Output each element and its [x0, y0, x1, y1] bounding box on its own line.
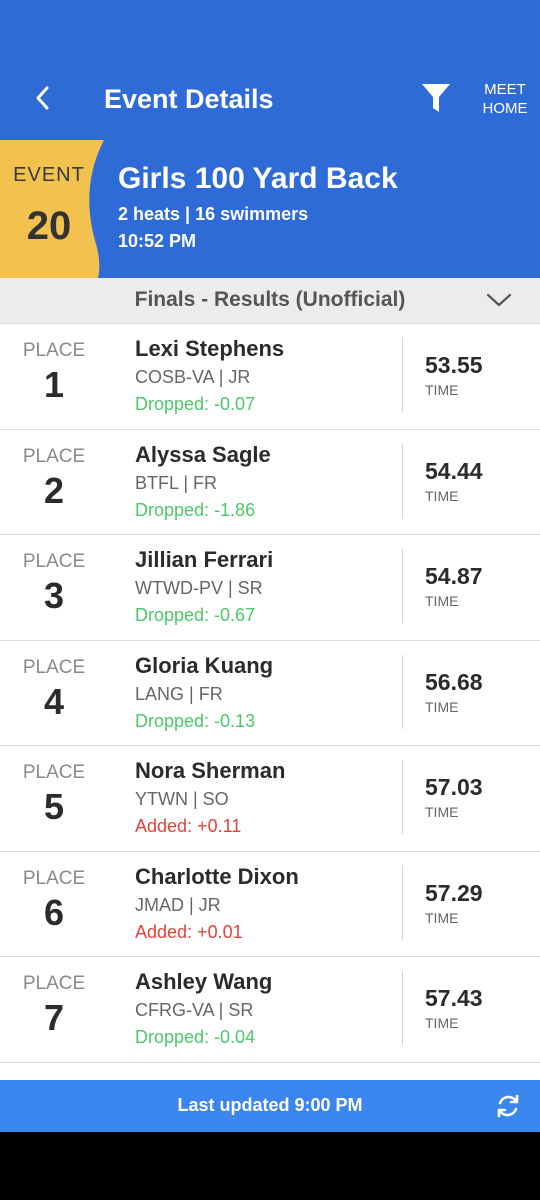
team-class: WTWD-PV | SR [135, 578, 263, 598]
time-diff: Added: +0.01 [135, 921, 243, 942]
app-bar: Event Details MEET HOME [0, 0, 540, 140]
event-header: EVENT 20 Girls 100 Yard Back 2 heats | 1… [0, 140, 540, 278]
swimmer-name: Lexi Stephens [135, 336, 285, 361]
filter-icon [422, 84, 450, 112]
refresh-icon[interactable] [494, 1092, 522, 1120]
place-number: 5 [43, 786, 65, 827]
time-label: TIME [425, 593, 459, 609]
result-row[interactable]: PLACE 5 Nora Sherman YTWN | SO Added: +0… [0, 746, 540, 852]
result-row[interactable]: PLACE 2 Alyssa Sagle BTFL | FR Dropped: … [0, 430, 540, 535]
divider [402, 760, 403, 834]
time-diff: Dropped: -0.07 [135, 394, 256, 414]
last-updated-bar: Last updated 9:00 PM [0, 1080, 540, 1132]
team-class: LANG | FR [135, 683, 223, 704]
place-label: PLACE [22, 867, 86, 889]
divider [402, 443, 403, 518]
result-row[interactable]: PLACE 7 Ashley Wang CFRG-VA | SR Dropped… [0, 957, 540, 1063]
result-row[interactable]: PLACE 6 Charlotte Dixon JMAD | JR Added:… [0, 852, 540, 957]
event-time: 10:52 PM [118, 231, 197, 251]
team-class: JMAD | JR [135, 894, 221, 915]
place-number: 6 [43, 891, 65, 933]
swim-time: 54.87 [425, 563, 483, 589]
time-diff: Dropped: -1.86 [135, 499, 256, 520]
place-label: PLACE [22, 445, 86, 467]
time-label: TIME [425, 382, 459, 398]
system-nav-bar [0, 1132, 540, 1200]
time-diff: Dropped: -0.04 [135, 1027, 256, 1047]
team-class: CFRG-VA | SR [135, 1000, 254, 1020]
chevron-down-icon[interactable] [484, 288, 514, 312]
section-title: Finals - Results (Unofficial) [134, 288, 406, 311]
place-number: 4 [43, 680, 65, 722]
swim-time: 56.68 [425, 668, 483, 695]
event-title: Girls 100 Yard Back [118, 162, 398, 195]
last-updated-text: Last updated 9:00 PM [177, 1095, 363, 1115]
event-label: EVENT [13, 164, 85, 186]
swim-time: 54.44 [425, 457, 483, 484]
time-diff: Dropped: -0.67 [135, 605, 256, 625]
results-section-header[interactable]: Finals - Results (Unofficial) [0, 278, 540, 324]
time-diff: Added: +0.11 [135, 816, 242, 836]
swim-time: 57.29 [425, 879, 483, 906]
place-number: 2 [43, 469, 65, 511]
place-label: PLACE [22, 656, 86, 678]
swimmer-name: Gloria Kuang [135, 652, 274, 678]
back-button[interactable] [28, 78, 56, 118]
time-label: TIME [425, 909, 459, 926]
event-badge: EVENT 20 [0, 140, 110, 278]
time-label: TIME [425, 698, 459, 715]
place-number: 1 [43, 364, 65, 405]
divider [402, 549, 403, 623]
meet-home-label-line2: HOME [482, 100, 528, 117]
swimmer-name: Nora Sherman [135, 758, 286, 783]
results-list: PLACE 1 Lexi Stephens COSB-VA | JR Dropp… [0, 324, 540, 1103]
event-meta: 2 heats | 16 swimmers [118, 204, 309, 224]
event-number: 20 [26, 204, 72, 248]
filter-button[interactable] [418, 78, 454, 118]
meet-home-button[interactable]: MEET HOME [474, 80, 536, 118]
place-label: PLACE [22, 973, 86, 994]
time-label: TIME [425, 804, 459, 820]
swim-time: 53.55 [425, 352, 483, 378]
divider [402, 338, 403, 412]
time-diff: Dropped: -0.13 [135, 710, 256, 731]
place-label: PLACE [22, 340, 86, 361]
time-label: TIME [425, 1015, 459, 1031]
page-title: Event Details [104, 84, 274, 114]
place-number: 3 [43, 575, 65, 616]
place-number: 7 [43, 997, 65, 1038]
divider [402, 654, 403, 729]
team-class: COSB-VA | JR [135, 367, 251, 387]
place-label: PLACE [22, 551, 86, 572]
team-class: YTWN | SO [135, 789, 229, 809]
time-label: TIME [425, 487, 459, 504]
swimmer-name: Charlotte Dixon [135, 863, 299, 889]
result-row[interactable]: PLACE 3 Jillian Ferrari WTWD-PV | SR Dro… [0, 535, 540, 641]
place-label: PLACE [22, 762, 86, 783]
swimmer-name: Ashley Wang [135, 969, 273, 994]
back-chevron-icon [36, 86, 49, 110]
divider [402, 971, 403, 1045]
team-class: BTFL | FR [135, 472, 218, 493]
divider [402, 865, 403, 940]
swim-time: 57.03 [425, 774, 483, 800]
result-row[interactable]: PLACE 1 Lexi Stephens COSB-VA | JR Dropp… [0, 324, 540, 430]
meet-home-label-line1: MEET [484, 81, 526, 98]
result-row[interactable]: PLACE 4 Gloria Kuang LANG | FR Dropped: … [0, 641, 540, 746]
swim-time: 57.43 [425, 985, 483, 1011]
swimmer-name: Alyssa Sagle [135, 441, 271, 467]
swimmer-name: Jillian Ferrari [135, 547, 274, 572]
